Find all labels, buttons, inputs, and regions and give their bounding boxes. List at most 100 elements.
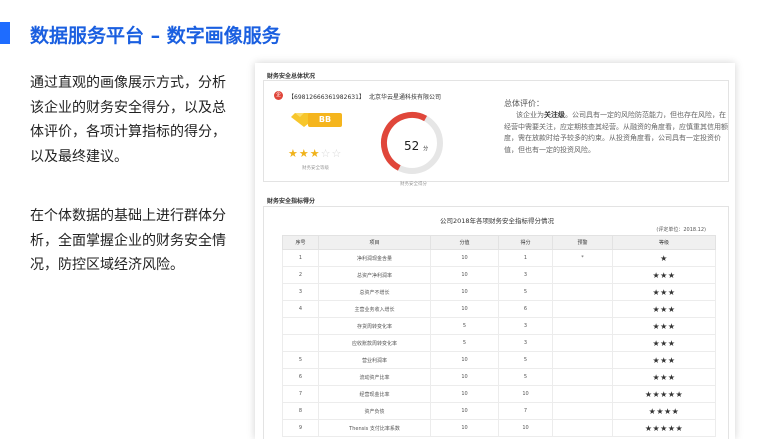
table-row: 6 流动资产比率 10 5 ★★★ (282, 368, 716, 386)
table-header-row: 序号 项目 分值 得分 预警 等级 (282, 235, 716, 250)
table-row: 应收账款周转变化率 5 3 ★★★ (282, 334, 716, 352)
cell-score: 1 (498, 249, 553, 267)
cell-warning (552, 402, 613, 420)
summary-box: 企 【69812666361982631】 北京华云星通科技有限公司 BB ★★… (263, 80, 729, 187)
company-logo-icon: 企 (274, 91, 283, 100)
evaluation-text: 该企业为关注级。公司具有一定的风险防范能力，但也存在风险，在经营中需要关注，应定… (504, 111, 728, 154)
table-row: 4 主营业务收入增长 10 6 ★★★ (282, 300, 716, 318)
rating-stars: ★★★☆☆ (288, 147, 343, 160)
cell-score: 5 (498, 283, 553, 301)
cell-level: ★★★ (612, 300, 716, 318)
cell-value: 5 (430, 317, 499, 335)
table-row: 7 经营现金比率 10 10 ★★★★★ (282, 385, 716, 403)
table-section-title: 财务安全指标得分 (267, 198, 316, 205)
cell-level: ★★★★★ (612, 419, 716, 437)
cell-value: 10 (430, 266, 499, 284)
cell-level: ★ (612, 249, 716, 267)
cell-value: 10 (430, 368, 499, 386)
cell-item: 净利润现金含量 (318, 249, 431, 267)
cell-item: 应收账款周转变化率 (318, 334, 431, 352)
summary-section-title: 财务安全总体状况 (267, 73, 316, 80)
grade-badge: BB (308, 113, 342, 127)
cell-warning (552, 385, 613, 403)
description-paragraph-1: 通过直观的画像展示方式，分析该企业的财务安全得分，以及总体评价，各项计算指标的得… (30, 75, 226, 165)
cell-level: ★★★ (612, 266, 716, 284)
title-accent-bar (0, 22, 10, 44)
cell-level: ★★★ (612, 317, 716, 335)
cell-warning (552, 317, 613, 335)
description-paragraph-2: 在个体数据的基础上进行群体分析，全面掌握企业的财务安全情况，防控区域经济风险。 (30, 208, 226, 273)
table-row: 1 净利润现金含量 10 1 * ★ (282, 249, 716, 267)
table-row: 3 总资产不增长 10 5 ★★★ (282, 283, 716, 301)
rating-caption: 财务安全等级 (302, 166, 329, 171)
table-unit: (评定单位：2018.12) (656, 227, 706, 233)
cell-no: 9 (282, 419, 319, 437)
col-header: 序号 (282, 235, 319, 250)
cell-score: 10 (498, 385, 553, 403)
cell-warning (552, 368, 613, 386)
cell-item: 总资产不增长 (318, 283, 431, 301)
cell-level: ★★★ (612, 283, 716, 301)
cell-no: 4 (282, 300, 319, 318)
cell-value: 10 (430, 351, 499, 369)
table-row: 9 Thensis 支付比率系数 10 10 ★★★★★ (282, 419, 716, 437)
cell-score: 6 (498, 300, 553, 318)
cell-value: 10 (430, 300, 499, 318)
cell-level: ★★★★★ (612, 385, 716, 403)
col-header: 得分 (498, 235, 553, 250)
table-row: 存货周转变化率 5 3 ★★★ (282, 317, 716, 335)
cell-warning (552, 351, 613, 369)
cell-score: 3 (498, 266, 553, 284)
col-header: 等级 (612, 235, 716, 250)
table-row: 2 总资产净利润率 10 3 ★★★ (282, 266, 716, 284)
cell-no (282, 317, 319, 335)
cell-score: 3 (498, 317, 553, 335)
indicator-table: 序号 项目 分值 得分 预警 等级 1 净利润现金含量 10 1 * ★ 2 总资产净利润率 1… (282, 235, 716, 437)
cell-item: 营业利润率 (318, 351, 431, 369)
col-header: 分值 (430, 235, 499, 250)
cell-level: ★★★ (612, 368, 716, 386)
slide-title: 数据服务平台 – 数字画像服务 (30, 25, 281, 47)
cell-level: ★★★★ (612, 402, 716, 420)
cell-item: 流动资产比率 (318, 368, 431, 386)
cell-no: 2 (282, 266, 319, 284)
cell-warning: * (552, 249, 613, 267)
report-screenshot-card: 财务安全总体状况 企 【69812666361982631】 北京华云星通科技有… (255, 63, 735, 439)
cell-warning (552, 300, 613, 318)
cell-no: 6 (282, 368, 319, 386)
cell-value: 10 (430, 385, 499, 403)
cell-score: 5 (498, 368, 553, 386)
cell-level: ★★★ (612, 334, 716, 352)
cell-value: 10 (430, 283, 499, 301)
cell-item: 存货周转变化率 (318, 317, 431, 335)
indicator-table-box: 公司2018年各项财务安全指标得分情况 (评定单位：2018.12) 序号 项目… (263, 206, 729, 439)
cell-no: 1 (282, 249, 319, 267)
cell-item: 总资产净利润率 (318, 266, 431, 284)
score-caption: 财务安全得分 (400, 182, 427, 187)
cell-no (282, 334, 319, 352)
cell-score: 7 (498, 402, 553, 420)
cell-level: ★★★ (612, 351, 716, 369)
cell-score: 5 (498, 351, 553, 369)
cell-no: 5 (282, 351, 319, 369)
cell-warning (552, 266, 613, 284)
cell-item: 主营业务收入增长 (318, 300, 431, 318)
cell-value: 5 (430, 334, 499, 352)
col-header: 预警 (552, 235, 613, 250)
table-row: 8 资产负债 10 7 ★★★★ (282, 402, 716, 420)
gauge-score: 52 分 (404, 139, 429, 153)
cell-warning (552, 334, 613, 352)
table-row: 5 营业利润率 10 5 ★★★ (282, 351, 716, 369)
cell-item: Thensis 支付比率系数 (318, 419, 431, 437)
company-name: 北京华云星通科技有限公司 (369, 94, 442, 101)
cell-no: 8 (282, 402, 319, 420)
company-id: 【69812666361982631】 (288, 94, 365, 101)
cell-value: 10 (430, 249, 499, 267)
cell-warning (552, 283, 613, 301)
cell-no: 3 (282, 283, 319, 301)
cell-score: 10 (498, 419, 553, 437)
cell-score: 3 (498, 334, 553, 352)
cell-no: 7 (282, 385, 319, 403)
evaluation-title: 总体评价： (504, 99, 544, 108)
cell-value: 10 (430, 419, 499, 437)
